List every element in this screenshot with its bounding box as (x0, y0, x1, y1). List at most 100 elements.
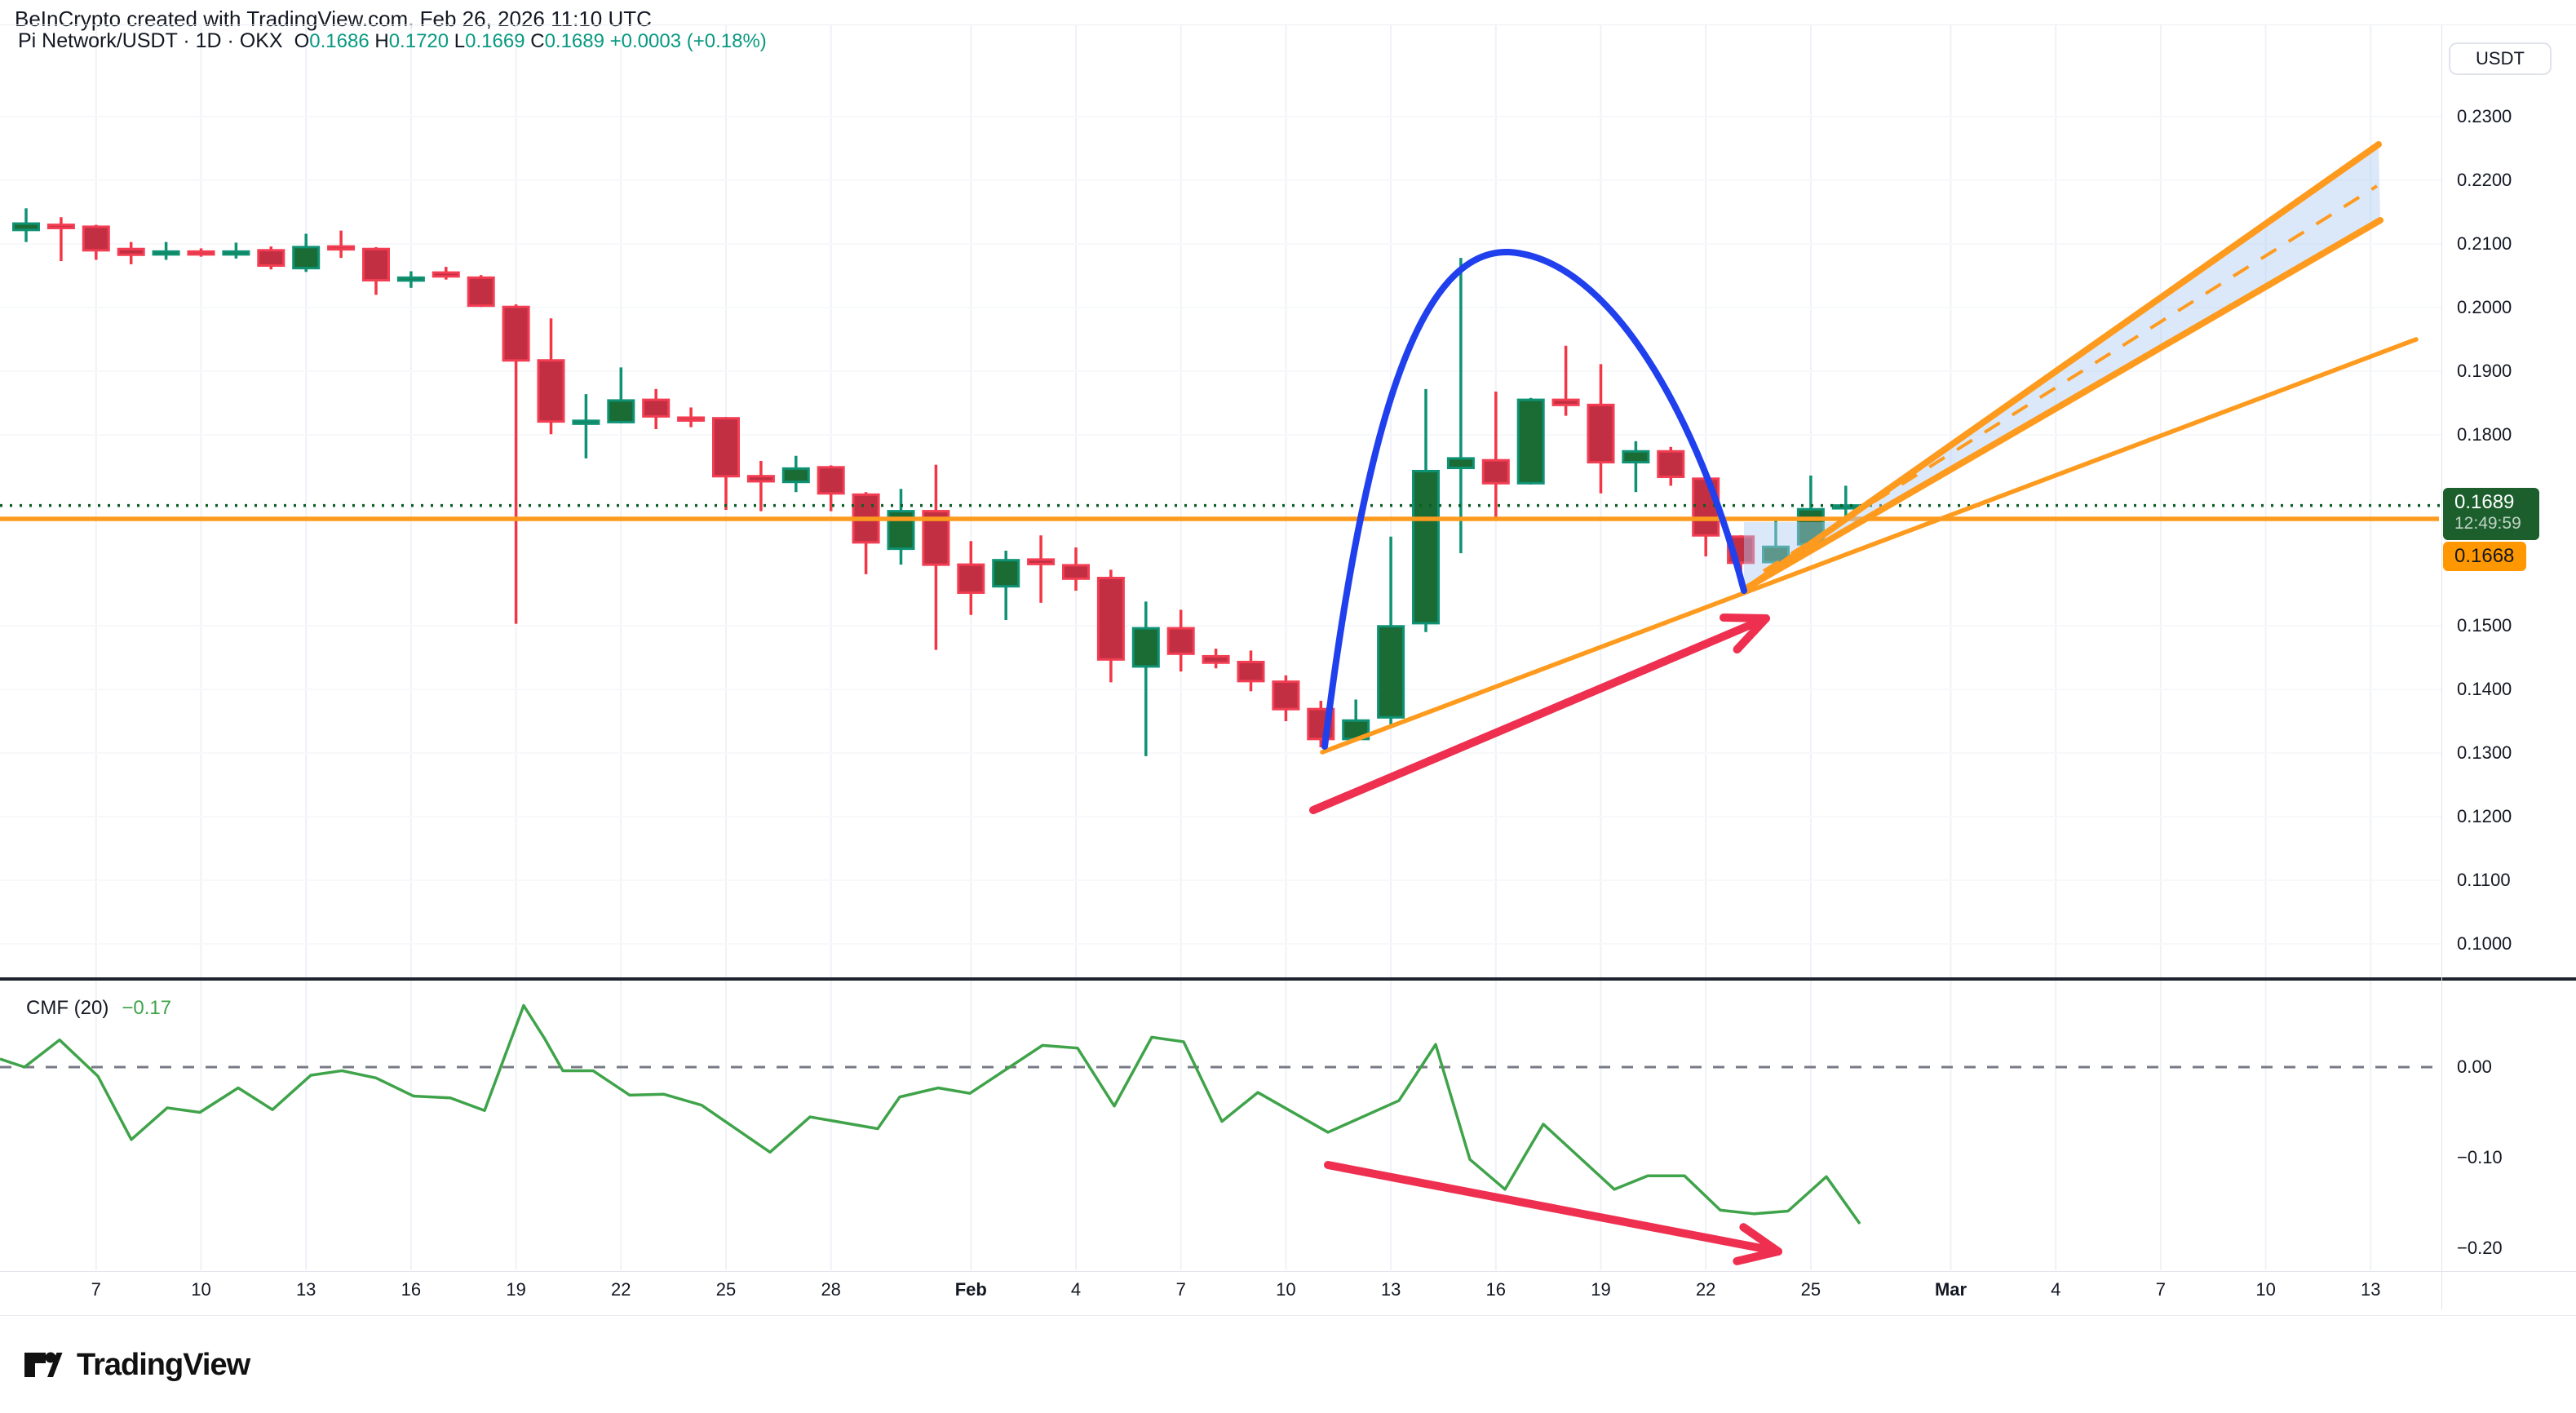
candle-body[interactable] (1064, 565, 1089, 578)
cmf-tick-label: 0.00 (2457, 1056, 2571, 1078)
time-tick-label: 4 (2019, 1279, 2092, 1300)
symbol-legend[interactable]: Pi Network/USDT · 1D · OKX O0.1686 H0.17… (18, 29, 767, 53)
candle-body[interactable] (958, 565, 984, 592)
candle-body[interactable] (1238, 662, 1264, 680)
candle-body[interactable] (329, 246, 354, 250)
time-tick-label: Feb (934, 1279, 1007, 1300)
price-tick-label: 0.1900 (2457, 361, 2571, 382)
time-tick-label: 19 (480, 1279, 553, 1300)
tradingview-logo[interactable]: TradingView (23, 1344, 250, 1385)
ohlc-values: O0.1686 H0.1720 L0.1669 C0.1689 +0.0003 … (294, 30, 767, 53)
time-tick-label: 22 (1669, 1279, 1742, 1300)
candle-body[interactable] (609, 401, 634, 423)
currency-toggle-button[interactable]: USDT (2449, 42, 2552, 75)
cmf-title[interactable]: CMF (20) (26, 997, 108, 1020)
tradingview-logo-icon (23, 1344, 64, 1385)
time-tick-label: 19 (1565, 1279, 1638, 1300)
candle-body[interactable] (188, 251, 214, 255)
time-tick-label: 22 (584, 1279, 657, 1300)
candle-body[interactable] (1379, 627, 1404, 718)
candle-body[interactable] (1623, 451, 1649, 462)
price-tick-label: 0.1800 (2457, 424, 2571, 445)
candle-body[interactable] (818, 467, 843, 494)
candle-body[interactable] (1133, 628, 1158, 667)
candle-body[interactable] (573, 421, 599, 424)
time-tick-label: 10 (1249, 1279, 1322, 1300)
candle-body[interactable] (433, 272, 458, 277)
high-value: 0.1720 (389, 30, 449, 52)
high-label: H (374, 30, 388, 52)
cmf-line[interactable] (0, 1006, 1860, 1225)
candle-body[interactable] (294, 247, 319, 268)
price-tick-label: 0.2100 (2457, 233, 2571, 255)
channel-lower-edge[interactable] (1749, 220, 2380, 587)
candle-body[interactable] (1448, 458, 1473, 468)
candle-body[interactable] (1098, 578, 1123, 660)
low-value: 0.1669 (465, 30, 524, 52)
candle-body[interactable] (398, 277, 423, 281)
time-tick-label: 7 (2124, 1279, 2198, 1300)
open-value: 0.1686 (309, 30, 369, 52)
cmf-legend[interactable]: CMF (20) −0.17 (26, 997, 171, 1020)
candle-body[interactable] (48, 225, 73, 228)
time-tick-label: 10 (2229, 1279, 2303, 1300)
support-trendline[interactable] (1322, 339, 2416, 752)
candle-body[interactable] (1833, 506, 1858, 509)
cmf-tick-label: −0.10 (2457, 1147, 2571, 1168)
candle-body[interactable] (1658, 451, 1684, 476)
candle-body[interactable] (83, 227, 108, 250)
candle-body[interactable] (1483, 460, 1508, 483)
candle-body[interactable] (1029, 560, 1054, 564)
candle-body[interactable] (1273, 682, 1299, 710)
time-tick-label: 7 (60, 1279, 133, 1300)
price-tick-label: 0.1200 (2457, 806, 2571, 827)
price-tick-label: 0.1100 (2457, 870, 2571, 891)
time-axis-bottom-border (0, 1315, 2576, 1316)
price-tick-label: 0.1300 (2457, 742, 2571, 764)
candle-body[interactable] (259, 250, 284, 266)
candle-body[interactable] (1553, 400, 1578, 405)
candle-body[interactable] (1693, 479, 1719, 535)
channel-upper-edge[interactable] (1744, 144, 2379, 591)
candle-body[interactable] (679, 418, 704, 421)
candle-body[interactable] (644, 400, 669, 416)
time-tick-label: 25 (689, 1279, 763, 1300)
last-price-badge: 0.1689 12:49:59 (2443, 488, 2539, 540)
time-tick-label: 4 (1039, 1279, 1113, 1300)
candle-body[interactable] (1518, 400, 1543, 483)
bar-countdown: 12:49:59 (2443, 514, 2539, 534)
price-axis-border (2441, 25, 2442, 1309)
candle-body[interactable] (1203, 656, 1228, 662)
price-tick-label: 0.1500 (2457, 615, 2571, 636)
cmf-tick-label: −0.20 (2457, 1238, 2571, 1259)
candle-body[interactable] (538, 361, 564, 422)
price-tick-label: 0.1000 (2457, 933, 2571, 955)
candle-body[interactable] (1588, 405, 1613, 462)
time-tick-label: 16 (374, 1279, 448, 1300)
candle-body[interactable] (153, 251, 179, 255)
level-price-badge: 0.1668 (2443, 542, 2526, 571)
symbol-title[interactable]: Pi Network/USDT · 1D · OKX (18, 29, 283, 53)
pane-separator[interactable] (0, 977, 2576, 981)
time-tick-label: 13 (2334, 1279, 2407, 1300)
candle-body[interactable] (224, 251, 249, 255)
candle-body[interactable] (994, 560, 1019, 587)
candle-body[interactable] (468, 277, 494, 305)
candle-body[interactable] (118, 249, 144, 255)
candle-body[interactable] (1414, 471, 1439, 622)
candle-body[interactable] (714, 419, 739, 476)
chart-canvas[interactable] (0, 0, 2576, 1413)
candle-body[interactable] (364, 249, 389, 280)
candle-body[interactable] (748, 476, 773, 481)
time-tick-label: 13 (269, 1279, 343, 1300)
candle-body[interactable] (783, 468, 808, 481)
time-tick-label: 16 (1459, 1279, 1533, 1300)
cmf-downtrend-arrow[interactable] (1328, 1165, 1778, 1251)
candle-body[interactable] (1168, 628, 1193, 653)
change-value: +0.0003 (+0.18%) (610, 30, 767, 52)
candle-body[interactable] (503, 307, 529, 361)
tradingview-screenshot: BeInCrypto created with TradingView.com,… (0, 0, 2576, 1413)
price-tick-label: 0.2200 (2457, 170, 2571, 191)
candle-body[interactable] (14, 224, 39, 230)
tradingview-logo-text: TradingView (77, 1348, 250, 1383)
